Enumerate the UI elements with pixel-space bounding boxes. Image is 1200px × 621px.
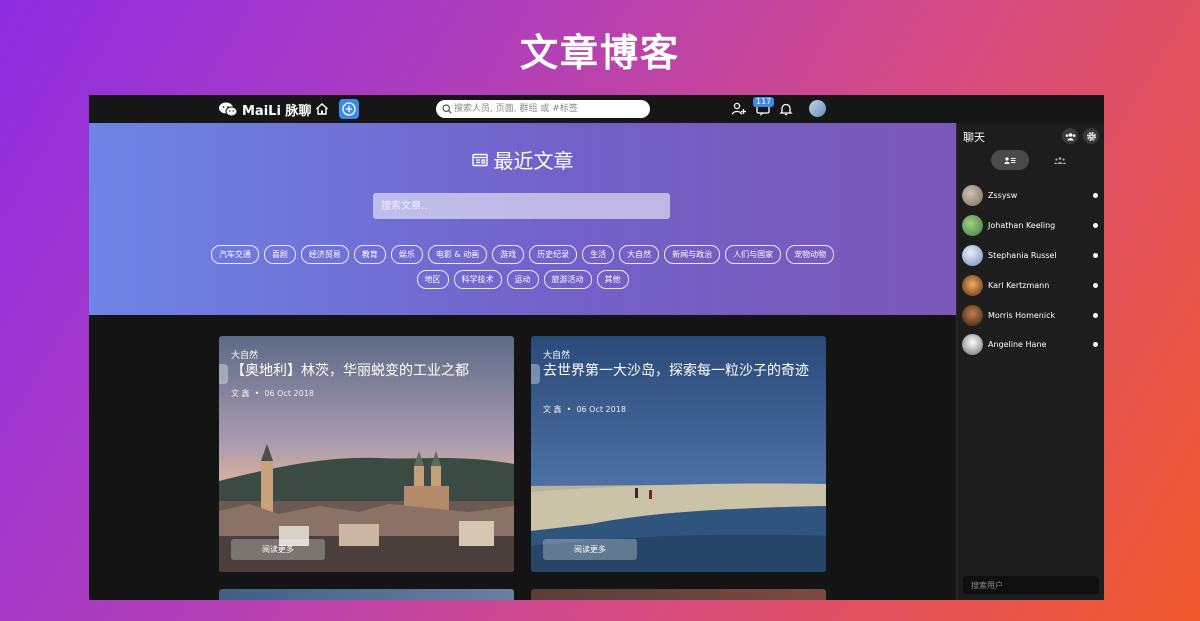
article-card-partial[interactable] (219, 589, 514, 600)
article-card[interactable]: 大自然 【奥地利】林茨，华丽蜕变的工业之都 文 鑫 • 06 Oct 2018 … (219, 336, 514, 572)
user-list-item[interactable]: Angeline Hane (962, 330, 1102, 360)
tag-chip[interactable]: 历史纪录 (529, 245, 578, 264)
card-side-handle (531, 364, 540, 384)
hero-heading: 最近文章 (89, 145, 956, 174)
avatar (962, 185, 983, 207)
add-friend-icon[interactable] (731, 101, 747, 117)
tag-chip[interactable]: 科学技术 (453, 270, 502, 289)
user-list-item[interactable]: Karl Kertzmann (962, 270, 1102, 300)
tag-chip[interactable]: 地区 (416, 270, 449, 289)
read-more-button[interactable]: 阅读更多 (231, 539, 325, 560)
online-status-dot (1093, 342, 1098, 348)
contact-card-icon (1004, 156, 1016, 164)
article-search-box[interactable] (373, 193, 670, 219)
user-list-item[interactable]: Zssysw (962, 181, 1102, 211)
wechat-icon (219, 102, 237, 116)
avatar (962, 244, 983, 266)
top-navbar: MaiLi 脉聊 117 (89, 95, 1104, 123)
tab-contacts[interactable] (991, 150, 1029, 170)
search-icon (442, 104, 452, 114)
hero-section: 最近文章 汽车交通 喜剧 经济贸易 教育 娱乐 电影 & 动画 游戏 历史纪录 … (89, 123, 956, 315)
tab-groups[interactable] (1041, 150, 1079, 170)
tag-chip[interactable]: 喜剧 (263, 245, 296, 264)
tag-chip[interactable]: 教育 (353, 245, 386, 264)
users-icon (1065, 132, 1075, 140)
online-status-dot (1093, 193, 1098, 199)
category-tags: 汽车交通 喜剧 经济贸易 教育 娱乐 电影 & 动画 游戏 历史纪录 生活 大自… (209, 245, 836, 289)
tag-chip[interactable]: 娱乐 (390, 245, 423, 264)
tag-chip[interactable]: 游戏 (492, 245, 525, 264)
article-card-partial[interactable] (531, 589, 826, 600)
article-category[interactable]: 大自然 (543, 348, 570, 361)
user-avatar[interactable] (809, 100, 826, 117)
article-meta: 文 鑫 • 06 Oct 2018 (231, 388, 314, 399)
article-date: 06 Oct 2018 (264, 389, 314, 398)
global-search-input[interactable] (452, 103, 646, 115)
tag-chip[interactable]: 运动 (506, 270, 539, 289)
article-search-input[interactable] (379, 199, 663, 213)
brand-logo[interactable]: MaiLi 脉聊 (219, 100, 312, 119)
app-window: MaiLi 脉聊 117 (89, 95, 1104, 600)
tag-chip[interactable]: 大自然 (619, 245, 660, 264)
article-author[interactable]: 文 鑫 (231, 389, 250, 398)
tag-chip[interactable]: 其他 (596, 270, 629, 289)
meta-separator-dot: • (564, 405, 577, 414)
article-category[interactable]: 大自然 (231, 348, 258, 361)
group-users-button[interactable] (1062, 128, 1078, 144)
user-name: Stephania Russel (988, 250, 1057, 260)
user-name: Morris Homenick (988, 310, 1056, 320)
gear-icon (1086, 131, 1096, 141)
tag-chip[interactable]: 旅游活动 (543, 270, 592, 289)
newspaper-icon (471, 153, 488, 166)
article-card[interactable]: 大自然 去世界第一大沙岛，探索每一粒沙子的奇迹 文 鑫 • 06 Oct 201… (531, 336, 826, 572)
online-status-dot (1093, 223, 1098, 229)
user-list-item[interactable]: Morris Homenick (962, 300, 1102, 330)
user-name: Johathan Keeling (988, 221, 1056, 231)
article-title[interactable]: 去世界第一大沙岛，探索每一粒沙子的奇迹 (543, 363, 813, 380)
tag-chip[interactable]: 新闻与政治 (664, 245, 721, 264)
avatar (962, 304, 983, 326)
chat-sidebar: 聊天 Zssysw Johathan Keeling Stephania Rus… (956, 123, 1104, 600)
user-search-box[interactable] (963, 576, 1099, 594)
tag-chip[interactable]: 人们与国家 (725, 245, 782, 264)
tag-chip[interactable]: 汽车交通 (210, 245, 259, 264)
meta-separator-dot: • (252, 389, 265, 398)
avatar (962, 274, 983, 296)
tag-chip[interactable]: 电影 & 动画 (427, 245, 488, 264)
group-icon (1054, 156, 1066, 164)
brand-name: MaiLi 脉聊 (242, 103, 312, 119)
user-name: Zssysw (988, 191, 1018, 201)
article-meta: 文 鑫 • 06 Oct 2018 (543, 404, 626, 415)
tag-chip[interactable]: 经济贸易 (300, 245, 349, 264)
message-count-badge: 117 (753, 97, 775, 107)
user-list-item[interactable]: Johathan Keeling (962, 211, 1102, 241)
article-date: 06 Oct 2018 (576, 405, 626, 414)
user-list: Zssysw Johathan Keeling Stephania Russel… (962, 181, 1102, 360)
chat-settings-button[interactable] (1083, 128, 1099, 144)
home-icon[interactable] (314, 101, 330, 117)
user-list-item[interactable]: Stephania Russel (962, 241, 1102, 271)
page-title: 最近文章 (493, 149, 574, 173)
global-search-box[interactable] (436, 100, 650, 118)
banner-title: 文章博客 (519, 31, 680, 75)
tag-chip[interactable]: 宠物动物 (786, 245, 835, 264)
chat-tabs (991, 150, 1081, 170)
read-more-button[interactable]: 阅读更多 (543, 539, 637, 560)
online-status-dot (1093, 252, 1098, 258)
chat-title: 聊天 (963, 131, 985, 144)
card-side-handle (219, 364, 228, 384)
online-status-dot (1093, 282, 1098, 288)
bell-icon[interactable] (778, 101, 794, 117)
article-title[interactable]: 【奥地利】林茨，华丽蜕变的工业之都 (231, 363, 501, 380)
article-author[interactable]: 文 鑫 (543, 405, 562, 414)
avatar (962, 334, 983, 356)
plus-circle-icon (342, 102, 356, 116)
online-status-dot (1093, 312, 1098, 318)
tag-chip[interactable]: 生活 (582, 245, 615, 264)
user-search-input[interactable] (969, 579, 1098, 591)
user-name: Karl Kertzmann (988, 280, 1050, 290)
user-name: Angeline Hane (988, 340, 1047, 350)
avatar (962, 215, 983, 237)
add-post-button[interactable] (339, 99, 359, 119)
